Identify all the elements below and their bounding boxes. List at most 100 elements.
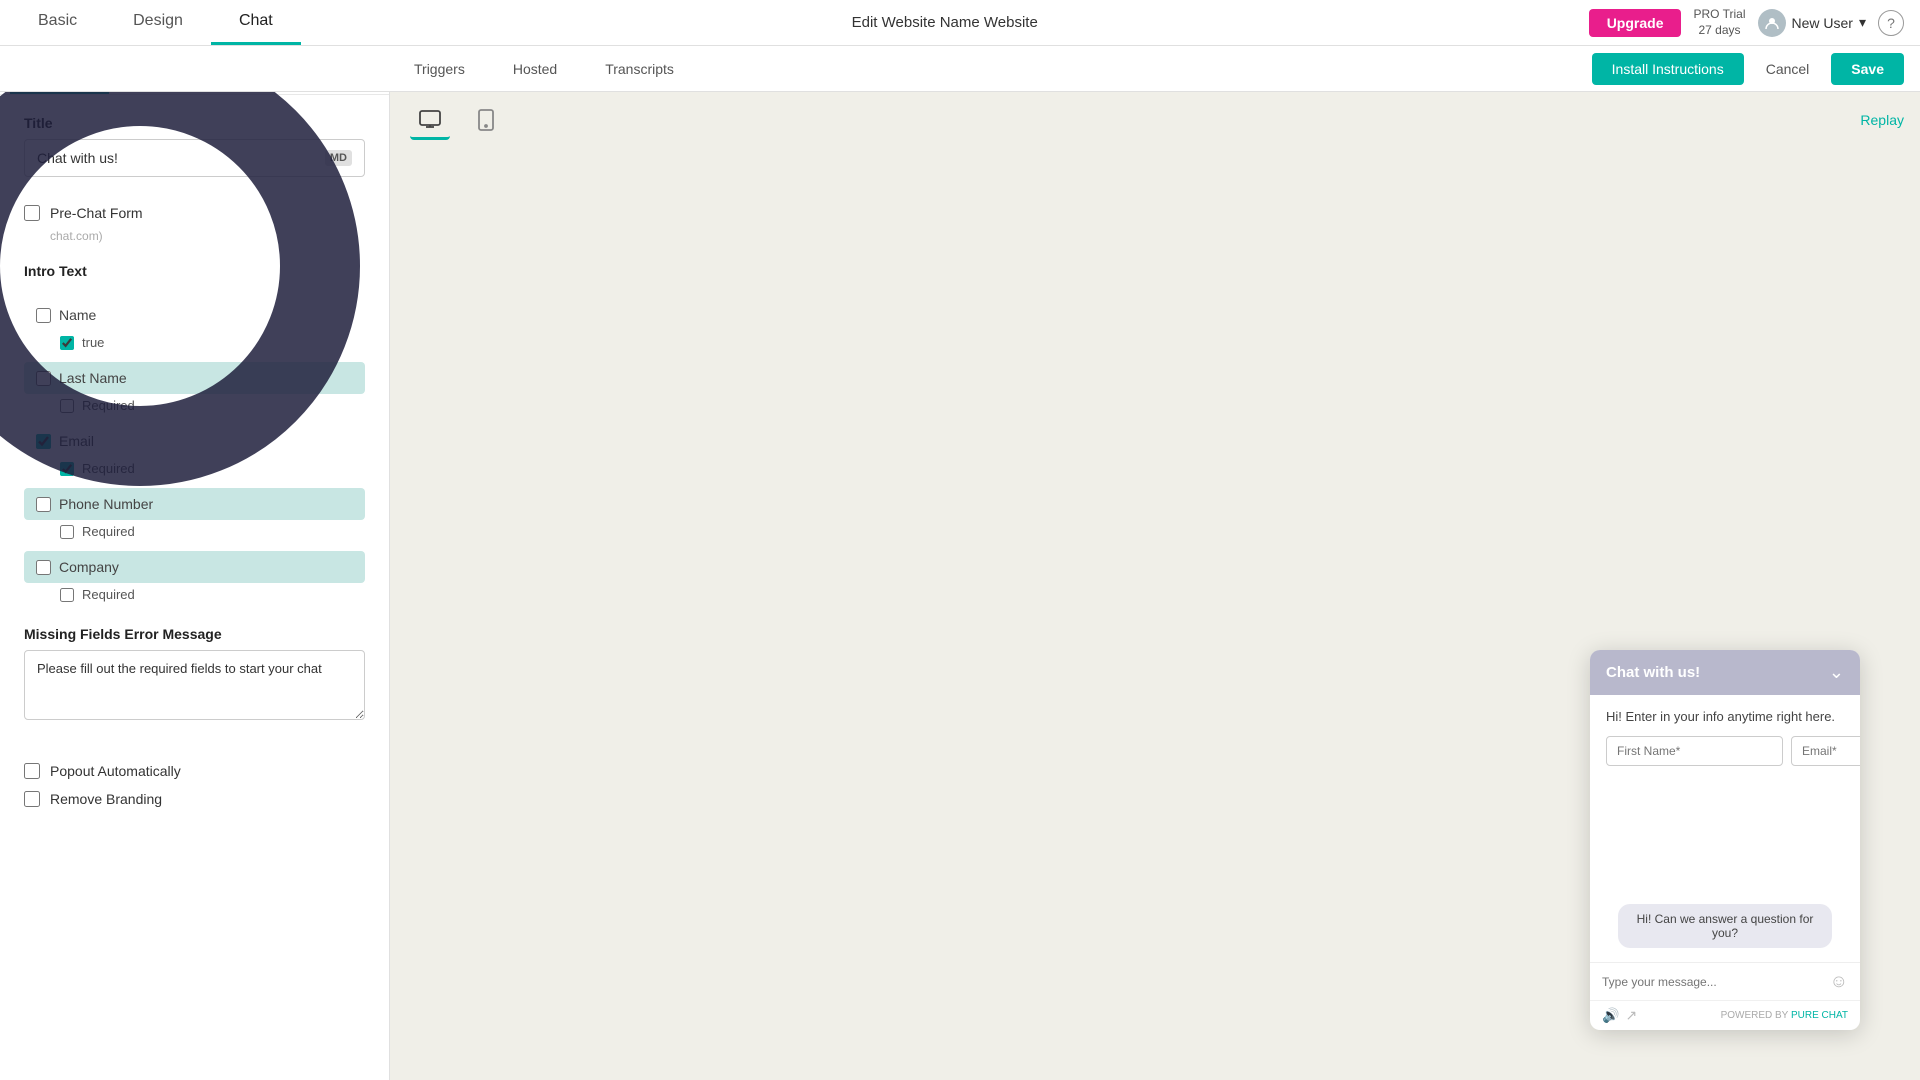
field-name-required-label[interactable]: true bbox=[82, 335, 104, 350]
chat-bubble: Hi! Can we answer a question for you? bbox=[1618, 904, 1832, 948]
chat-intro-text: Hi! Enter in your info anytime right her… bbox=[1606, 709, 1844, 724]
save-button[interactable]: Save bbox=[1831, 53, 1904, 85]
pure-chat-link[interactable]: PURE CHAT bbox=[1791, 1010, 1848, 1021]
field-name-bar: Name bbox=[24, 299, 365, 331]
field-email-required-checkbox[interactable] bbox=[60, 462, 74, 476]
field-phone-required-label[interactable]: Required bbox=[82, 524, 135, 539]
chat-widget-preview: Chat with us! ⌄ Hi! Enter in your info a… bbox=[1590, 650, 1860, 1030]
field-name-required-checkbox[interactable] bbox=[60, 336, 74, 350]
page-title: Edit Website Name Website bbox=[301, 14, 1589, 31]
replay-button[interactable]: Replay bbox=[1860, 112, 1904, 128]
pre-chat-form-checkbox[interactable] bbox=[24, 205, 40, 221]
popout-label[interactable]: Popout Automatically bbox=[50, 763, 181, 779]
chat-first-name-input[interactable] bbox=[1606, 736, 1783, 766]
install-instructions-button[interactable]: Install Instructions bbox=[1592, 53, 1744, 85]
chat-footer-icons: 🔊 ↗ POWERED BY PURE CHAT bbox=[1590, 1000, 1860, 1030]
title-input-wrapper: MD bbox=[24, 139, 365, 177]
tab-transcripts[interactable]: Transcripts bbox=[581, 46, 698, 91]
chat-widget-body: Hi! Enter in your info anytime right her… bbox=[1590, 695, 1860, 962]
chat-widget-title: Chat with us! bbox=[1606, 664, 1700, 681]
field-last-name-label[interactable]: Last Name bbox=[59, 370, 127, 386]
field-phone-required-row: Required bbox=[24, 520, 365, 547]
field-company-required-row: Required bbox=[24, 583, 365, 610]
desktop-device-button[interactable] bbox=[410, 100, 450, 140]
pre-chat-form-row: Pre-Chat Form bbox=[24, 197, 365, 229]
field-company-checkbox[interactable] bbox=[36, 560, 51, 575]
missing-fields-section: Missing Fields Error Message Please fill… bbox=[24, 626, 365, 725]
field-email: Email Required bbox=[24, 425, 365, 484]
help-button[interactable]: ? bbox=[1878, 10, 1904, 36]
md-icon[interactable]: MD bbox=[325, 150, 352, 166]
field-last-name-required-checkbox[interactable] bbox=[60, 399, 74, 413]
external-link-icon[interactable]: ↗ bbox=[1625, 1007, 1637, 1024]
powered-by: POWERED BY PURE CHAT bbox=[1721, 1010, 1848, 1021]
chevron-down-icon: ▾ bbox=[1859, 14, 1866, 31]
chat-form-row bbox=[1606, 736, 1844, 766]
top-bar-right: Upgrade PRO Trial 27 days New User ▾ ? bbox=[1589, 7, 1920, 38]
field-name-label[interactable]: Name bbox=[59, 307, 96, 323]
emoji-icon[interactable]: ☺ bbox=[1830, 971, 1848, 992]
left-content: Title MD Pre-Chat Form chat.com) Intro T… bbox=[0, 95, 389, 845]
field-phone-required-checkbox[interactable] bbox=[60, 525, 74, 539]
tab-chat[interactable]: Chat bbox=[211, 0, 301, 45]
branding-checkbox[interactable] bbox=[24, 791, 40, 807]
chat-email-input[interactable] bbox=[1791, 736, 1860, 766]
intro-text-label: Intro Text bbox=[24, 263, 365, 279]
popout-checkbox[interactable] bbox=[24, 763, 40, 779]
bottom-options: Popout Automatically Remove Branding bbox=[24, 745, 365, 825]
tab-hosted[interactable]: Hosted bbox=[489, 46, 581, 91]
tab-triggers[interactable]: Triggers bbox=[390, 46, 489, 91]
field-phone-bar: Phone Number bbox=[24, 488, 365, 520]
title-label: Title bbox=[24, 115, 365, 131]
pro-trial: PRO Trial 27 days bbox=[1693, 7, 1745, 38]
sound-icon[interactable]: 🔊 bbox=[1602, 1007, 1619, 1024]
field-company-required-checkbox[interactable] bbox=[60, 588, 74, 602]
main-area: Replay Chat with us! ⌄ Hi! Enter in your… bbox=[390, 92, 1920, 1080]
field-company-required-label[interactable]: Required bbox=[82, 587, 135, 602]
field-last-name-required-row: Required bbox=[24, 394, 365, 421]
upgrade-button[interactable]: Upgrade bbox=[1589, 9, 1682, 37]
field-email-required-row: Required bbox=[24, 457, 365, 484]
title-input[interactable] bbox=[37, 150, 317, 166]
second-bar-tabs: Triggers Hosted Transcripts bbox=[390, 46, 698, 91]
desktop-icon bbox=[418, 107, 442, 131]
chat-widget-close-icon[interactable]: ⌄ bbox=[1829, 662, 1844, 683]
field-phone-checkbox[interactable] bbox=[36, 497, 51, 512]
field-email-required-label[interactable]: Required bbox=[82, 461, 135, 476]
chat-message-area bbox=[1606, 774, 1844, 894]
popout-option: Popout Automatically bbox=[24, 757, 365, 785]
field-last-name-required-label[interactable]: Required bbox=[82, 398, 135, 413]
field-last-name-bar: Last Name bbox=[24, 362, 365, 394]
tablet-device-button[interactable] bbox=[466, 100, 506, 140]
tab-design[interactable]: Design bbox=[105, 0, 211, 45]
title-section: Title MD bbox=[24, 115, 365, 177]
missing-fields-textarea[interactable]: Please fill out the required fields to s… bbox=[24, 650, 365, 720]
field-name-checkbox[interactable] bbox=[36, 308, 51, 323]
chat-bubble-container: Hi! Can we answer a question for you? bbox=[1606, 904, 1844, 948]
field-last-name-checkbox[interactable] bbox=[36, 371, 51, 386]
chat-widget-header: Chat with us! ⌄ bbox=[1590, 650, 1860, 695]
field-email-bar: Email bbox=[24, 425, 365, 457]
chat-type-input[interactable] bbox=[1602, 975, 1822, 989]
tablet-icon bbox=[474, 108, 498, 132]
cancel-button[interactable]: Cancel bbox=[1756, 55, 1820, 83]
field-last-name: Last Name Required bbox=[24, 362, 365, 421]
tab-basic[interactable]: Basic bbox=[10, 0, 105, 45]
field-email-checkbox[interactable] bbox=[36, 434, 51, 449]
branding-label[interactable]: Remove Branding bbox=[50, 791, 162, 807]
user-menu[interactable]: New User ▾ bbox=[1758, 9, 1867, 37]
field-phone: Phone Number Required bbox=[24, 488, 365, 547]
pre-chat-form-label[interactable]: Pre-Chat Form bbox=[50, 205, 143, 221]
intro-text-section: Intro Text bbox=[24, 263, 365, 279]
field-phone-label[interactable]: Phone Number bbox=[59, 496, 153, 512]
top-bar-tabs: Basic Design Chat bbox=[0, 0, 301, 45]
avatar bbox=[1758, 9, 1786, 37]
form-fields: Name true Last Name Required bbox=[24, 299, 365, 610]
field-company-label[interactable]: Company bbox=[59, 559, 119, 575]
field-name: Name true bbox=[24, 299, 365, 358]
field-company-bar: Company bbox=[24, 551, 365, 583]
field-email-label[interactable]: Email bbox=[59, 433, 94, 449]
pre-chat-form-section: Pre-Chat Form chat.com) bbox=[24, 197, 365, 243]
top-bar: Basic Design Chat Edit Website Name Webs… bbox=[0, 0, 1920, 46]
missing-fields-label: Missing Fields Error Message bbox=[24, 626, 365, 642]
